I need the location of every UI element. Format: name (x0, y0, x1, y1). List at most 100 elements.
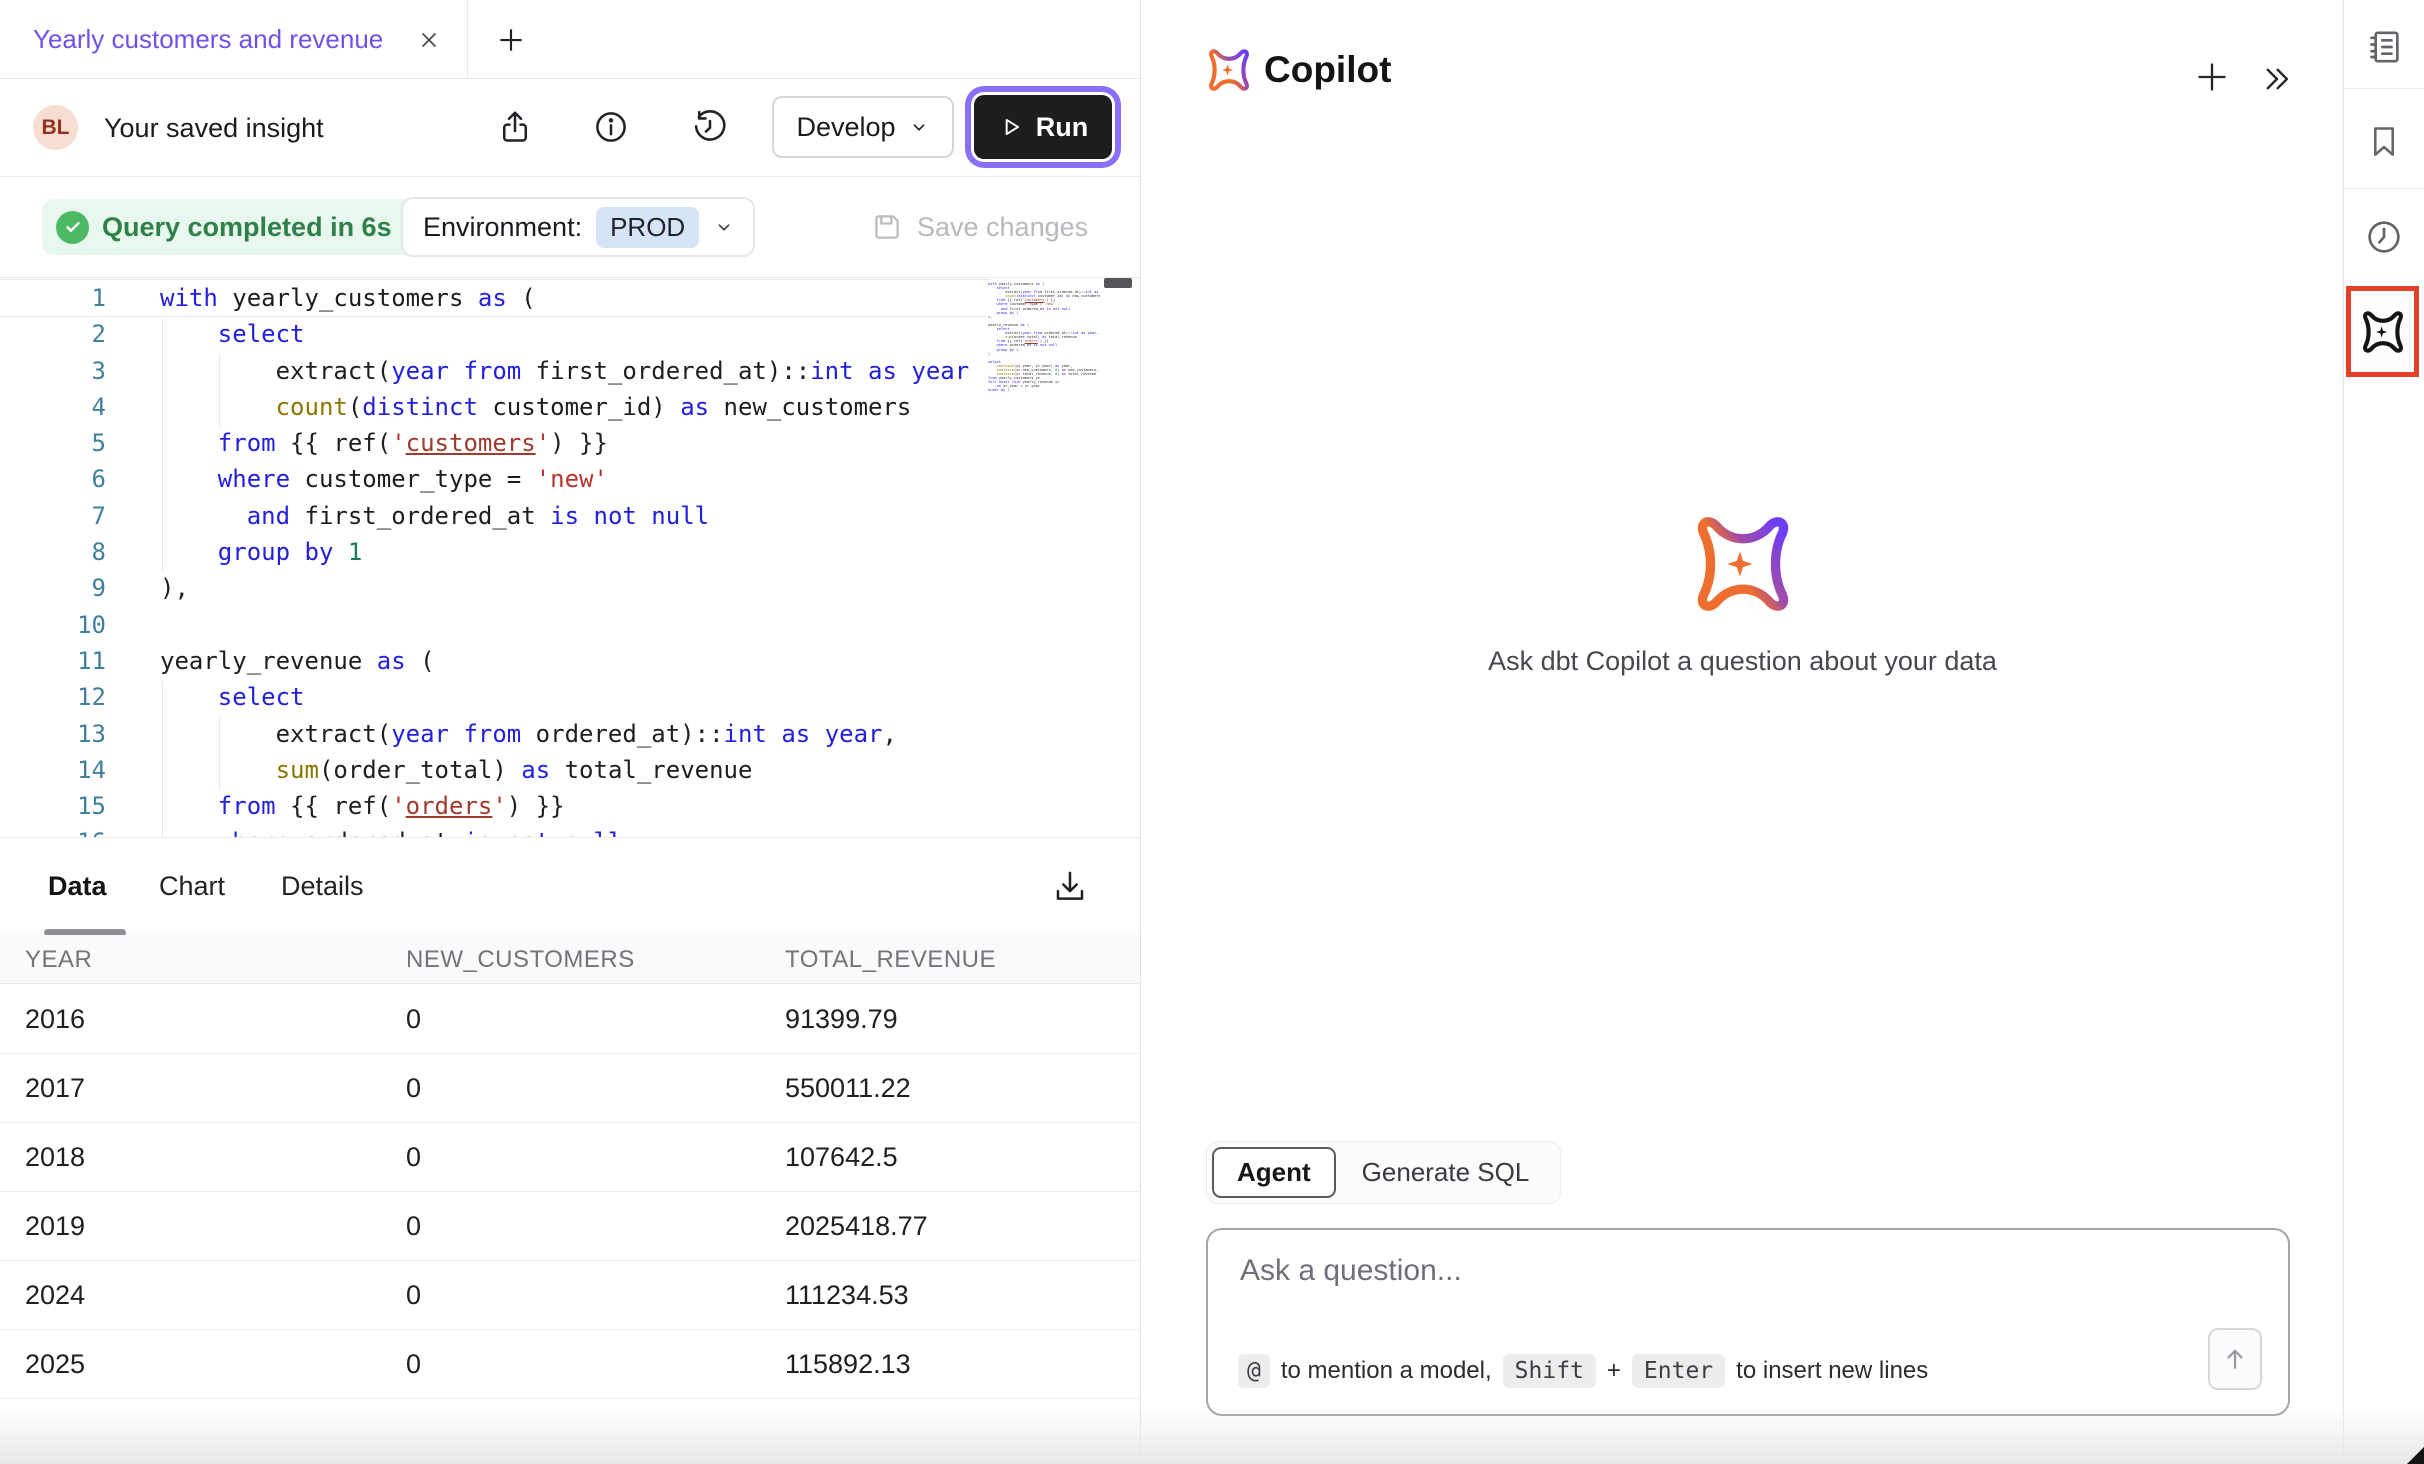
tab-data[interactable]: Data (48, 838, 107, 934)
develop-label: Develop (796, 112, 895, 143)
code-line[interactable]: 7 and first_ordered_at is not null (0, 498, 990, 534)
info-icon[interactable] (592, 108, 630, 146)
code-line[interactable]: 6 where customer_type = 'new' (0, 461, 990, 497)
code-line[interactable]: 15 from {{ ref('orders') }} (0, 788, 990, 824)
tab-details[interactable]: Details (281, 838, 364, 934)
table-row[interactable]: 20170550011.22 (0, 1054, 1140, 1123)
table-row[interactable]: 2016091399.79 (0, 985, 1140, 1054)
table-cell: 107642.5 (785, 1123, 898, 1192)
chevron-down-icon (908, 116, 930, 138)
dbt-copilot-logo-icon (1206, 47, 1252, 93)
download-icon[interactable] (1050, 867, 1090, 907)
column-header-total-revenue[interactable]: TOTAL_REVENUE (785, 935, 996, 984)
code-line[interactable]: 3 extract(year from first_ordered_at)::i… (0, 353, 990, 389)
indent-guide (219, 354, 220, 426)
play-icon (998, 114, 1024, 140)
line-number: 2 (0, 316, 106, 352)
code-line[interactable]: 8 group by 1 (0, 534, 990, 570)
mode-generate-sql-button[interactable]: Generate SQL (1336, 1149, 1556, 1196)
column-header-new-customers[interactable]: NEW_CUSTOMERS (406, 935, 635, 984)
catalog-icon[interactable] (2344, 27, 2424, 67)
tab-chart[interactable]: Chart (159, 838, 225, 934)
input-placeholder: Ask a question... (1240, 1254, 1462, 1288)
bookmark-icon[interactable] (2344, 123, 2424, 161)
line-number: 15 (0, 788, 106, 824)
code-line[interactable]: 9), (0, 570, 990, 606)
status-bar: Query completed in 6s Environment: PROD … (0, 177, 1140, 277)
query-status-text: Query completed in 6s (102, 212, 392, 243)
collapse-panel-icon[interactable] (2260, 61, 2296, 97)
copilot-empty-state: Ask dbt Copilot a question about your da… (1142, 512, 2343, 677)
code-line[interactable]: 11yearly_revenue as ( (0, 643, 990, 679)
table-cell: 2016 (25, 985, 85, 1054)
toolbar: BL Your saved insight Develop Run (0, 79, 1140, 177)
save-changes-button[interactable]: Save changes (870, 199, 1088, 255)
table-cell: 0 (406, 1192, 421, 1261)
tab-yearly-customers-and-revenue[interactable]: Yearly customers and revenue (0, 0, 468, 79)
table-cell: 2025 (25, 1330, 85, 1399)
copilot-empty-caption: Ask dbt Copilot a question about your da… (1488, 646, 1997, 677)
table-cell: 0 (406, 1054, 421, 1123)
develop-dropdown[interactable]: Develop (772, 96, 954, 158)
line-number: 5 (0, 425, 106, 461)
code-lines: 1with yearly_customers as (2 select3 ext… (0, 280, 990, 837)
table-row[interactable]: 20250115892.13 (0, 1330, 1140, 1399)
environment-value-badge: PROD (596, 207, 699, 248)
line-number: 10 (0, 607, 106, 643)
window-resize-handle[interactable] (2407, 1447, 2424, 1464)
column-header-year[interactable]: YEAR (25, 935, 92, 984)
insight-title: Your saved insight (104, 79, 324, 177)
code-line[interactable]: 5 from {{ ref('customers') }} (0, 425, 990, 461)
mode-agent-button[interactable]: Agent (1212, 1147, 1336, 1198)
share-icon[interactable] (496, 108, 534, 146)
code-line[interactable]: 4 count(distinct customer_id) as new_cus… (0, 389, 990, 425)
copilot-rail-button-active[interactable] (2346, 286, 2419, 377)
line-number: 16 (0, 824, 106, 837)
dbt-copilot-icon (2360, 309, 2406, 355)
code-line[interactable]: 14 sum(order_total) as total_revenue (0, 752, 990, 788)
arrow-up-icon (2220, 1344, 2250, 1374)
code-line[interactable]: 2 select (0, 316, 990, 352)
code-line[interactable]: 1with yearly_customers as ( (0, 280, 990, 316)
environment-dropdown[interactable]: Environment: PROD (401, 197, 755, 257)
line-number: 8 (0, 534, 106, 570)
table-cell: 2017 (25, 1054, 85, 1123)
table-row[interactable]: 20240111234.53 (0, 1261, 1140, 1330)
sql-editor[interactable]: 1with yearly_customers as (2 select3 ext… (0, 277, 1140, 837)
line-number: 12 (0, 679, 106, 715)
save-changes-label: Save changes (917, 212, 1088, 243)
chevron-down-icon (713, 216, 735, 238)
code-line[interactable]: 10 (0, 607, 990, 643)
new-chat-icon[interactable] (2192, 56, 2234, 98)
history-icon[interactable] (691, 108, 729, 146)
run-label: Run (1036, 112, 1088, 143)
avatar-initials: BL (42, 116, 70, 140)
line-number: 4 (0, 389, 106, 425)
new-tab-button[interactable] (494, 22, 530, 58)
editor-scrollbar[interactable] (1104, 278, 1132, 288)
table-row[interactable]: 20180107642.5 (0, 1123, 1140, 1192)
save-icon (870, 210, 904, 244)
history-clock-icon[interactable] (2344, 217, 2424, 257)
send-button[interactable] (2208, 1328, 2262, 1390)
table-cell: 2025418.77 (785, 1192, 928, 1261)
indent-guide (162, 681, 163, 837)
table-cell: 2024 (25, 1261, 85, 1330)
avatar[interactable]: BL (33, 105, 78, 150)
table-row[interactable]: 2019 0 2025418.77 (0, 1192, 1140, 1261)
code-line[interactable]: 13 extract(year from ordered_at)::int as… (0, 716, 990, 752)
at-key-badge: @ (1238, 1354, 1270, 1388)
indent-guide (219, 717, 220, 789)
editor-minimap: with yearly_customers as ( select extrac… (988, 282, 1100, 432)
right-sidebar-rail (2343, 0, 2424, 1464)
code-line[interactable]: 12 select (0, 679, 990, 715)
line-number: 6 (0, 461, 106, 497)
copilot-title: Copilot (1264, 47, 1391, 93)
code-line[interactable]: 16 where ordered_at is not null (0, 824, 990, 837)
run-button[interactable]: Run (974, 95, 1112, 159)
close-icon[interactable] (416, 27, 442, 53)
dbt-copilot-logo-icon (1691, 512, 1795, 616)
table-cell: 2019 (25, 1192, 85, 1261)
copilot-question-input[interactable]: Ask a question... @ to mention a model, … (1206, 1228, 2290, 1416)
table-cell: 0 (406, 985, 421, 1054)
